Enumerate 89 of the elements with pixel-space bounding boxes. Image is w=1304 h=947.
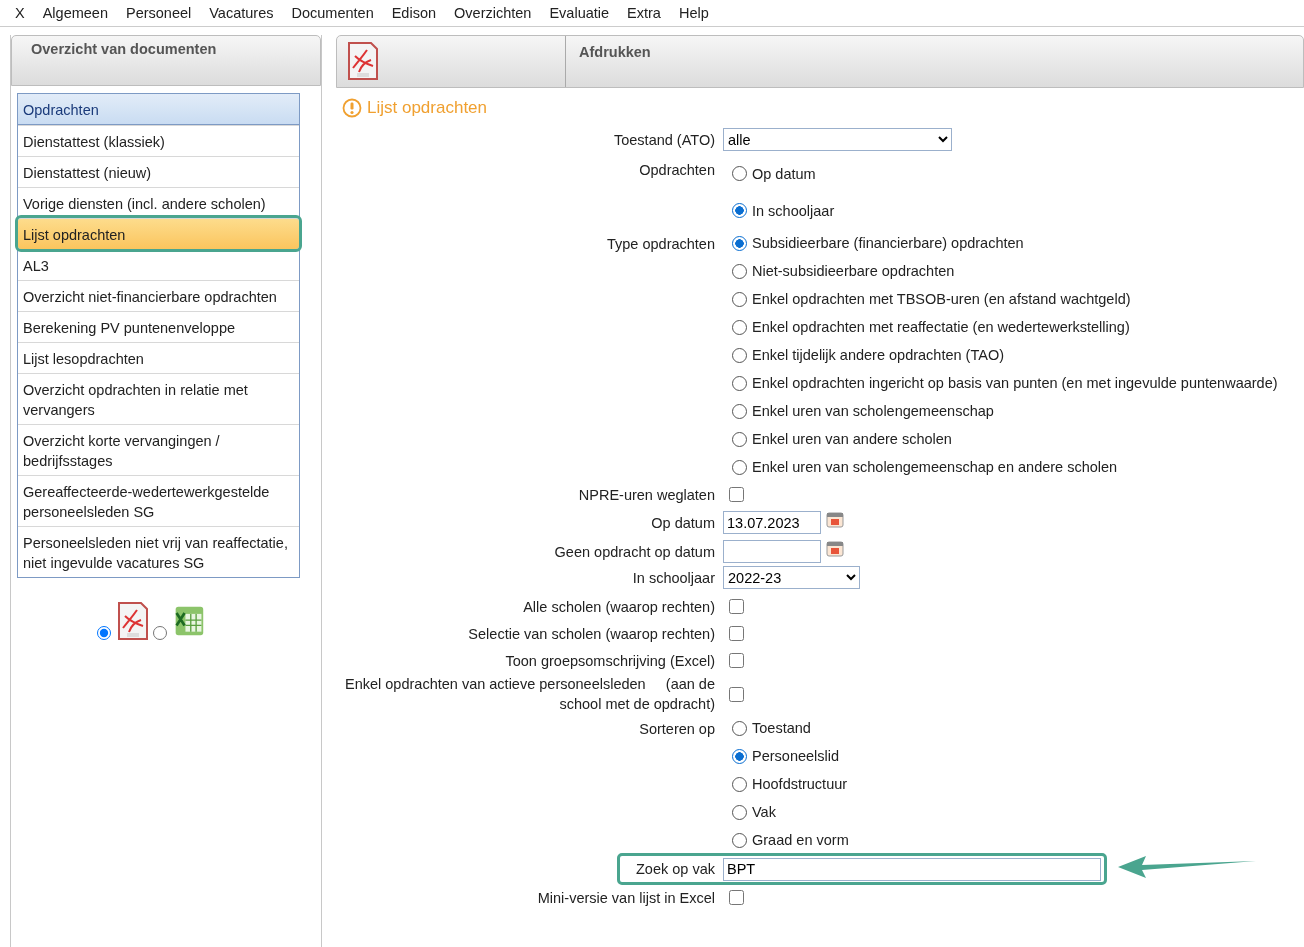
list-item[interactable]: Overzicht niet-financierbare opdrachten <box>18 280 299 311</box>
option-label: Graad en vorm <box>752 832 849 848</box>
dropdown[interactable]: alle <box>723 128 952 151</box>
radio-button[interactable] <box>732 431 747 447</box>
menu-item[interactable]: Vacatures <box>200 5 283 21</box>
warning-icon <box>342 98 362 118</box>
field-label: Enkel opdrachten van actieve personeelsleden (aan de school met de opdracht) <box>344 675 716 714</box>
option-label: Enkel uren van andere scholen <box>752 431 952 447</box>
radio-button[interactable] <box>732 720 747 736</box>
option-label: Enkel opdrachten ingericht op basis van punten (en met ingevulde puntenwaarde) <box>752 375 1278 391</box>
checkbox[interactable] <box>729 599 744 614</box>
field-label: Geen opdracht op datum <box>553 542 716 562</box>
format-radio[interactable] <box>153 626 167 640</box>
menu-item[interactable]: Edison <box>382 5 446 21</box>
list-item[interactable]: AL3 <box>18 249 299 280</box>
list-item[interactable]: Dienstattest (klassiek) <box>18 125 299 156</box>
option-label: Enkel uren van scholengemeenschap en andere scholen <box>752 459 1118 475</box>
section-heading: Lijst opdrachten <box>367 98 488 118</box>
radio-button[interactable] <box>732 804 747 820</box>
option-label: Niet-subsidieerbare opdrachten <box>752 263 955 279</box>
radio-button[interactable] <box>732 319 747 335</box>
radio-button[interactable] <box>732 263 747 279</box>
list-header: Opdrachten <box>18 94 299 125</box>
text-field[interactable]: BPT <box>723 857 1101 881</box>
option-label: Enkel opdrachten met reaffectatie (en wedertewerkstelling) <box>752 319 1130 335</box>
checkbox[interactable] <box>729 890 744 905</box>
option-label: In schooljaar <box>752 202 835 219</box>
field-label: Toon groepsomschrijving (Excel) <box>504 651 716 671</box>
list-item[interactable]: Lijst opdrachten <box>18 218 299 249</box>
option-label: Enkel uren van scholengemeenschap <box>752 403 994 419</box>
radio-button[interactable] <box>732 403 747 419</box>
radio-button[interactable] <box>732 347 747 363</box>
option-label: Subsidieerbare (financierbare) opdrachten <box>752 235 1024 251</box>
option-label: Op datum <box>752 165 816 182</box>
option-label: Enkel tijdelijk andere opdrachten (TAO) <box>752 347 1004 363</box>
checkbox[interactable] <box>729 653 744 668</box>
list-item[interactable]: Overzicht korte vervangingen / bedrijfsstages <box>18 424 299 475</box>
pdf-file-icon <box>347 42 379 80</box>
radio-button[interactable] <box>732 776 747 792</box>
panel-title: Overzicht van documenten <box>11 35 321 86</box>
calendar-icon[interactable] <box>826 509 844 528</box>
menu-item[interactable]: X <box>6 5 34 21</box>
menu-item[interactable]: Extra <box>618 5 670 21</box>
option-label: Toestand <box>752 720 811 736</box>
option-label: Enkel opdrachten met TBSOB-uren (en afstand wachtgeld) <box>752 291 1131 307</box>
menu-item[interactable]: Evaluatie <box>540 5 619 21</box>
checkbox[interactable] <box>729 686 744 702</box>
list-item[interactable]: Overzicht opdrachten in relatie met vervangers <box>18 373 299 424</box>
field-label: Op datum <box>650 513 716 533</box>
radio-button[interactable] <box>732 166 747 181</box>
radio-button[interactable] <box>732 375 747 391</box>
field-label: Alle scholen (waarop rechten) <box>522 597 716 617</box>
option-label: Personeelslid <box>752 748 840 764</box>
menu-item[interactable]: Personeel <box>116 5 201 21</box>
field-label: Type opdrachten <box>605 235 716 254</box>
header-title: Afdrukken <box>578 43 651 62</box>
option-label: Vak <box>752 804 776 820</box>
menu-item[interactable]: Help <box>669 5 718 21</box>
pdf-file-icon <box>117 602 149 640</box>
calendar-icon[interactable] <box>826 538 844 557</box>
menu-item[interactable]: Documenten <box>282 5 383 21</box>
checkbox[interactable] <box>729 487 744 502</box>
radio-button[interactable] <box>732 459 747 475</box>
list-item[interactable]: Gereaffecteerde-wedertewerkgestelde personeelsleden SG <box>18 475 299 526</box>
radio-button[interactable] <box>732 748 747 764</box>
menu-item[interactable]: Algemeen <box>33 5 117 21</box>
field-label: Selectie van scholen (waarop rechten) <box>467 624 716 644</box>
radio-button[interactable] <box>732 832 747 848</box>
field-label: NPRE-uren weglaten <box>577 485 716 505</box>
format-radio[interactable] <box>97 626 111 640</box>
dropdown[interactable]: 2022-23 <box>723 566 860 589</box>
list-item[interactable]: Dienstattest (nieuw) <box>18 156 299 187</box>
field-label: Toestand (ATO) <box>613 131 716 150</box>
field-label: Zoek op vak <box>635 860 716 879</box>
field-label: In schooljaar <box>631 569 716 588</box>
date-field[interactable] <box>723 540 821 563</box>
field-label: Mini-versie van lijst in Excel <box>536 888 716 908</box>
menu-item[interactable]: Overzichten <box>445 5 541 21</box>
list-item[interactable]: Lijst lesopdrachten <box>18 342 299 373</box>
radio-button[interactable] <box>732 291 747 307</box>
field-label: Sorteren op <box>638 720 716 739</box>
date-field[interactable]: 13.07.2023 <box>723 511 821 534</box>
radio-button[interactable] <box>732 235 747 251</box>
list-item[interactable]: Personeelsleden niet vrij van reaffectatie, niet ingevulde vacatures SG <box>18 526 299 577</box>
field-label: Opdrachten <box>638 161 716 180</box>
list-item[interactable]: Berekening PV puntenenveloppe <box>18 311 299 342</box>
radio-button[interactable] <box>732 203 747 218</box>
option-label: Hoofdstructuur <box>752 776 848 792</box>
checkbox[interactable] <box>729 626 744 641</box>
